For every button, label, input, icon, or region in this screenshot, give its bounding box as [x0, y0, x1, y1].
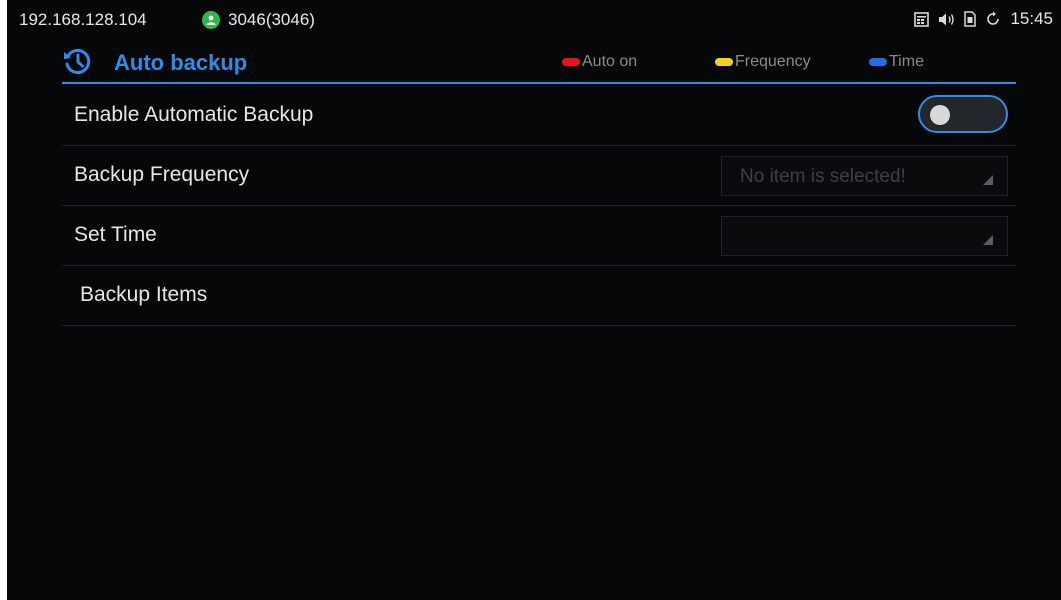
backup-frequency-row[interactable]: Backup Frequency No item is selected!: [62, 146, 1016, 206]
legend-label: Frequency: [735, 53, 811, 70]
account-icon: [202, 11, 220, 29]
legend-label: Time: [889, 53, 924, 70]
set-time-select[interactable]: [721, 216, 1008, 256]
speaker-icon: [938, 12, 955, 27]
legend-auto-on: Auto on: [562, 53, 637, 71]
page-title: Auto backup: [114, 50, 248, 75]
enable-backup-row[interactable]: Enable Automatic Backup: [62, 86, 1016, 146]
set-time-row[interactable]: Set Time: [62, 206, 1016, 266]
enable-backup-toggle[interactable]: [918, 95, 1008, 133]
dropdown-arrow-icon: [983, 232, 993, 245]
clock-time: 15:45: [1010, 9, 1053, 28]
dropdown-arrow-icon: [983, 172, 993, 185]
screen: 192.168.128.104 3046(3046) 15:45 Auto ba…: [7, 0, 1061, 600]
backup-frequency-label: Backup Frequency: [74, 163, 250, 186]
calendar-icon: [914, 11, 930, 27]
sim-icon: [964, 11, 977, 27]
backup-frequency-value: No item is selected!: [740, 166, 906, 187]
legend-label: Auto on: [582, 53, 638, 70]
legend-red-swatch: [562, 58, 580, 66]
toggle-knob: [930, 105, 950, 125]
account-indicator: 3046(3046): [202, 10, 315, 30]
backup-frequency-select[interactable]: No item is selected!: [721, 156, 1008, 196]
ip-address: 192.168.128.104: [19, 10, 147, 29]
legend-yellow-swatch: [715, 58, 733, 66]
enable-backup-label: Enable Automatic Backup: [74, 103, 314, 126]
sync-icon: [985, 11, 1001, 27]
backup-items-row[interactable]: Backup Items: [62, 266, 1016, 326]
legend-frequency: Frequency: [715, 53, 811, 71]
legend-blue-swatch: [869, 58, 887, 66]
backup-items-label: Backup Items: [80, 283, 208, 306]
set-time-label: Set Time: [74, 223, 157, 246]
history-icon: [62, 46, 92, 76]
legend-time: Time: [869, 53, 924, 71]
account-label: 3046(3046): [228, 10, 315, 29]
status-bar: 192.168.128.104 3046(3046) 15:45: [7, 0, 1061, 38]
page-header: Auto backup Auto on Frequency Time: [62, 40, 1016, 84]
status-icons: 15:45: [914, 9, 1053, 29]
